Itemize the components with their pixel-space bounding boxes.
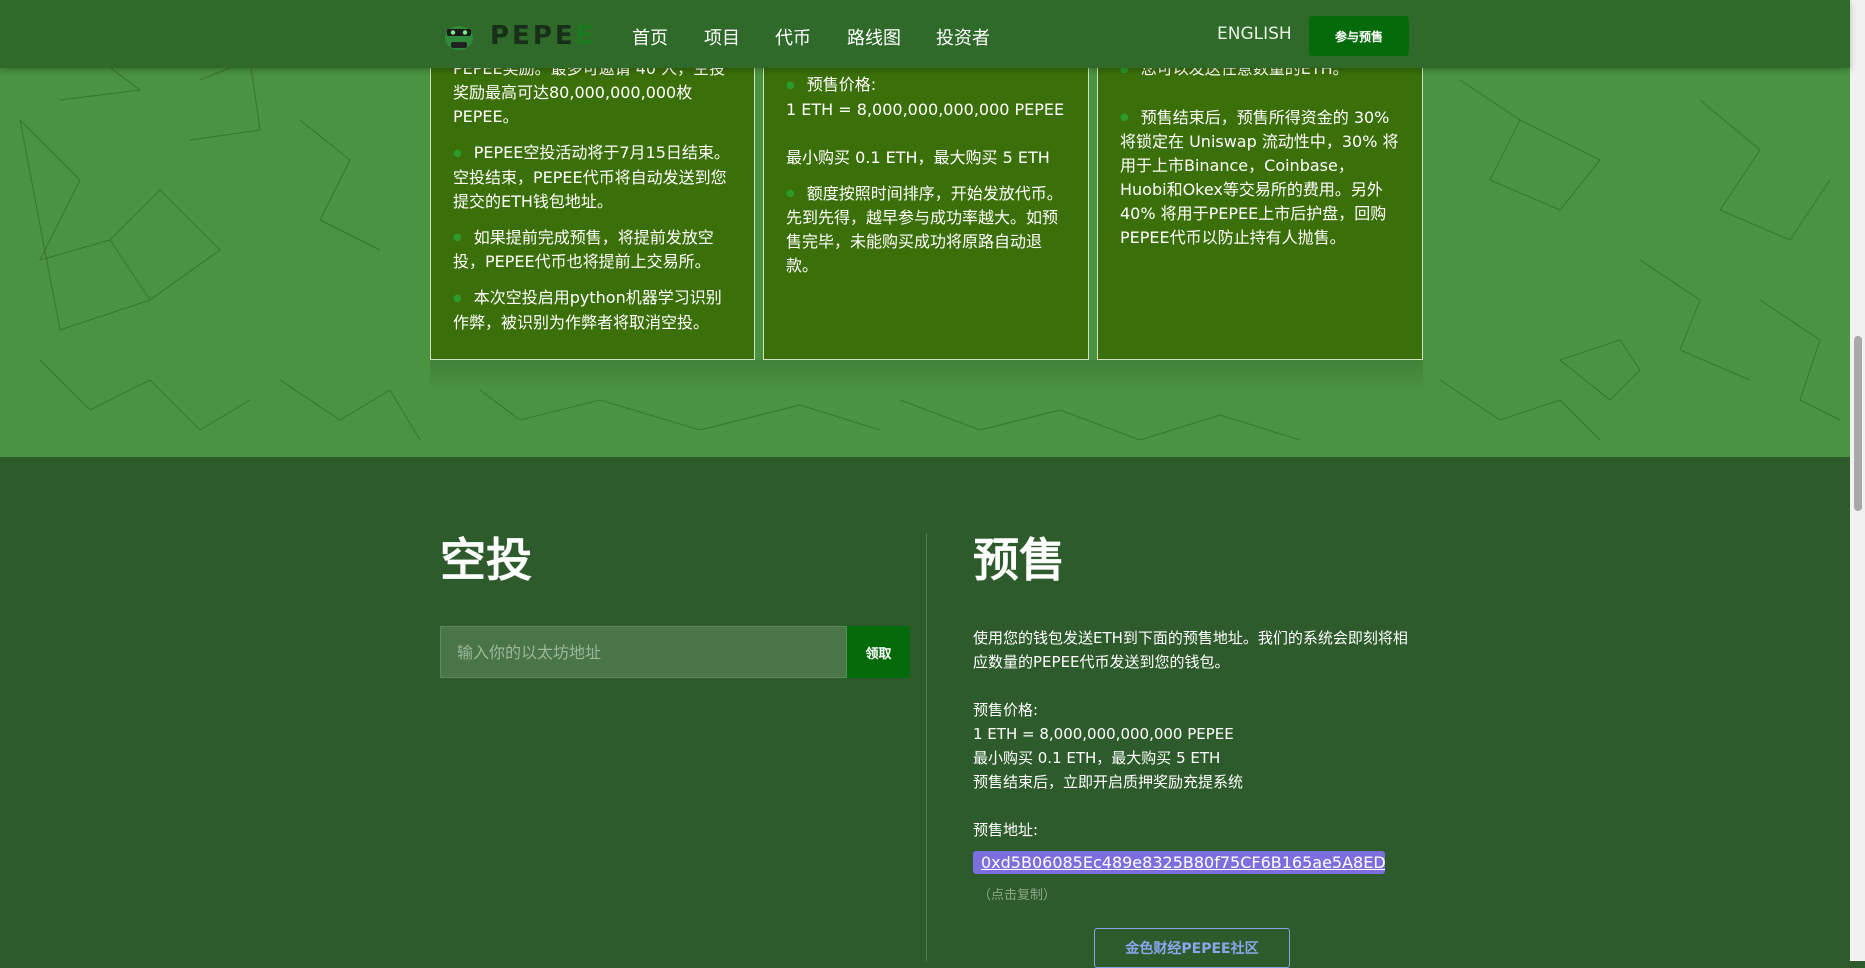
- presale-intro: 使用您的钱包发送ETH到下面的预售地址。我们的系统会即刻将相应数量的PEPEE代…: [973, 629, 1408, 671]
- section-divider: [926, 533, 927, 961]
- card3-allocation: ● 预售结束后，预售所得资金的 30% 将锁定在 Uniswap 流动性中，30%…: [1120, 106, 1400, 251]
- card1-p3: ● 如果提前完成预售，将提前发放空投，PEPEE代币也将提前上交易所。: [453, 226, 732, 275]
- logo[interactable]: PEPEE: [442, 18, 596, 54]
- presale-price-label: 预售价格:: [973, 701, 1039, 719]
- presale-limits: 最小购买 0.1 ETH，最大购买 5 ETH: [973, 749, 1221, 767]
- bullet-dot-icon: ●: [786, 79, 795, 91]
- presale-staking: 预售结束后，立即开启质押奖励充提系统: [973, 773, 1244, 791]
- card1-p3-text: 如果提前完成预售，将提前发放空投，PEPEE代币也将提前上交易所。: [453, 227, 714, 272]
- card2-order: ● 额度按照时间排序，开始发放代币。先到先得，越早参与成功率越大。如预售完毕，未能…: [786, 182, 1066, 279]
- card2-price-label: ● 预售价格:: [786, 73, 1066, 98]
- presale-title: 预售: [973, 533, 1065, 587]
- presale-address-label: 预售地址:: [973, 821, 1039, 839]
- nav-roadmap[interactable]: 路线图: [847, 24, 901, 50]
- card1-p4-text: 本次空投启用python机器学习识别作弊，被识别为作弊者将取消空投。: [453, 288, 722, 332]
- scrollbar-thumb[interactable]: [1854, 336, 1862, 511]
- nav-project[interactable]: 项目: [704, 24, 740, 50]
- cards-shadow: [430, 360, 1423, 390]
- fund-allocation-card: ● 您可以发送任意数量的ETH。 ● 预售结束后，预售所得资金的 30% 将锁定在 …: [1097, 40, 1423, 360]
- airdrop-rules-card: PEPEE奖励。最多可邀请 40 人，空投奖励最高可达80,000,000,00…: [430, 40, 755, 360]
- presale-terms-card: ● 预售价格: 1 ETH = 8,000,000,000,000 PEPEE 最…: [763, 40, 1089, 360]
- page-scrollbar[interactable]: [1850, 0, 1865, 961]
- nav-investors[interactable]: 投资者: [936, 24, 990, 50]
- card1-p2: ● PEPEE空投活动将于7月15日结束。空投结束，PEPEE代币将自动发送到您提…: [453, 141, 732, 214]
- card1-p4: ● 本次空投启用python机器学习识别作弊，被识别为作弊者将取消空投。: [453, 286, 732, 335]
- presale-price: 1 ETH = 8,000,000,000,000 PEPEE: [973, 725, 1234, 743]
- bullet-dot-icon: ●: [453, 147, 462, 159]
- card3-allocation-text: 预售结束后，预售所得资金的 30% 将锁定在 Uniswap 流动性中，30% …: [1120, 107, 1399, 248]
- bullet-dot-icon: ●: [453, 232, 462, 243]
- airdrop-presale-section: [0, 457, 1850, 961]
- logo-text: PEPEE: [490, 21, 597, 51]
- bullet-dot-icon: ●: [453, 292, 462, 304]
- claim-button[interactable]: 领取: [847, 626, 910, 678]
- eth-address-input[interactable]: [440, 626, 847, 678]
- airdrop-title: 空投: [440, 533, 532, 587]
- nav-home[interactable]: 首页: [632, 24, 668, 50]
- join-presale-button[interactable]: 参与预售: [1309, 16, 1409, 56]
- card2-order-text: 额度按照时间排序，开始发放代币。先到先得，越早参与成功率越大。如预售完毕，未能购…: [786, 183, 1063, 276]
- community-button[interactable]: 金色财经PEPEE社区: [1094, 928, 1290, 968]
- presale-address-link[interactable]: 0xd5B06085Ec489e8325B80f75CF6B165ae5A8ED…: [973, 851, 1385, 874]
- card2-price-label-text: 预售价格:: [806, 75, 877, 94]
- bullet-dot-icon: ●: [1120, 112, 1129, 123]
- copy-hint: （点击复制）: [978, 888, 1057, 903]
- card2-limits: 最小购买 0.1 ETH，最大购买 5 ETH: [786, 147, 1050, 167]
- hero-band: PEPEE奖励。最多可邀请 40 人，空投奖励最高可达80,000,000,00…: [0, 0, 1850, 457]
- bullet-dot-icon: ●: [786, 188, 795, 199]
- pepe-frog-icon: [442, 19, 476, 53]
- top-nav: PEPEE 首页 项目 代币 路线图 投资者 ENGLISH 参与预售: [0, 0, 1850, 68]
- nav-token[interactable]: 代币: [775, 24, 811, 50]
- card2-price: 1 ETH = 8,000,000,000,000 PEPEE: [786, 99, 1065, 119]
- language-switch[interactable]: ENGLISH: [1217, 24, 1292, 44]
- card1-p2-text: PEPEE空投活动将于7月15日结束。空投结束，PEPEE代币将自动发送到您提交…: [453, 143, 730, 211]
